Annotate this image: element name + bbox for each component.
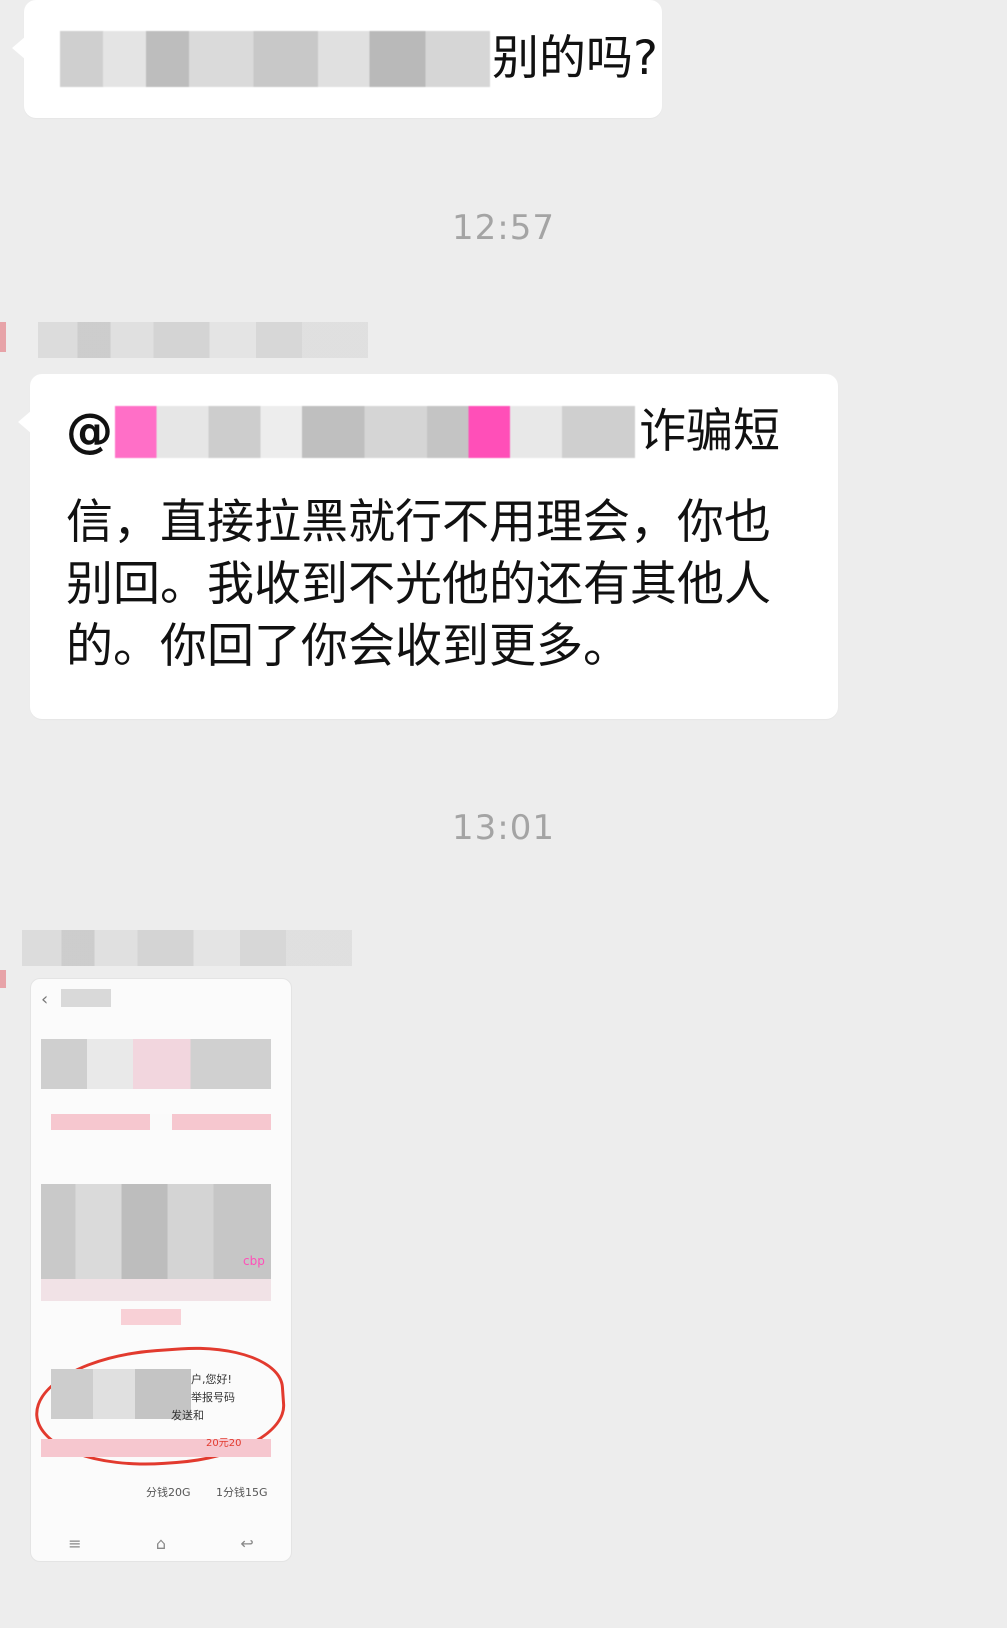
message-bubble-1[interactable]: 别的吗? (12, 0, 662, 118)
redacted-mention (115, 406, 635, 458)
redacted-block (41, 1184, 271, 1279)
image-fragment-text: cbp (243, 1254, 265, 1268)
image-fragment-text: 20元20 (206, 1438, 242, 1449)
message-1-text: 别的吗? (492, 31, 658, 86)
sender-name-redacted (22, 930, 352, 966)
redacted-block (61, 989, 111, 1007)
image-fragment-text: 分钱20G (146, 1486, 191, 1499)
image-message-screenshot[interactable]: ‹ cbp 户,您好! 举报号码 发送和 20元20 分钱20G 1分钱15G … (30, 978, 292, 1562)
back-icon: ↩ (240, 1534, 254, 1553)
avatar-edge (0, 322, 6, 352)
back-icon: ‹ (41, 989, 49, 1010)
redacted-block (121, 1309, 181, 1325)
redacted-block (51, 1369, 191, 1419)
redacted-block (41, 1279, 271, 1301)
phone-nav-bar: ≡ ⌂ ↩ (31, 1534, 291, 1553)
message-2-line-1-text: 诈骗短 (639, 404, 780, 459)
image-fragment-text: 举报号码 (191, 1391, 235, 1404)
image-fragment-text: 户,您好! (191, 1373, 232, 1386)
timestamp: 12:57 (452, 208, 555, 248)
redacted-block (51, 1114, 271, 1130)
redacted-text (60, 31, 490, 87)
mention-at-sign: @ (66, 404, 113, 459)
image-fragment-text: 发送和 (171, 1409, 204, 1422)
sender-name-redacted (38, 322, 368, 358)
avatar-edge (0, 970, 6, 988)
home-icon: ⌂ (155, 1534, 167, 1553)
redacted-block (41, 1039, 271, 1089)
message-2-first-line: @ 诈骗短 (66, 402, 816, 462)
image-fragment-text: 1分钱15G (216, 1486, 268, 1499)
message-2-body: 信，直接拉黑就行不用理会，你也别回。我收到不光他的还有其他人的。你回了你会收到更… (66, 495, 771, 674)
timestamp: 13:01 (452, 808, 555, 848)
message-bubble-2[interactable]: @ 诈骗短 信，直接拉黑就行不用理会，你也别回。我收到不光他的还有其他人的。你回… (18, 374, 838, 719)
menu-icon: ≡ (68, 1534, 82, 1553)
